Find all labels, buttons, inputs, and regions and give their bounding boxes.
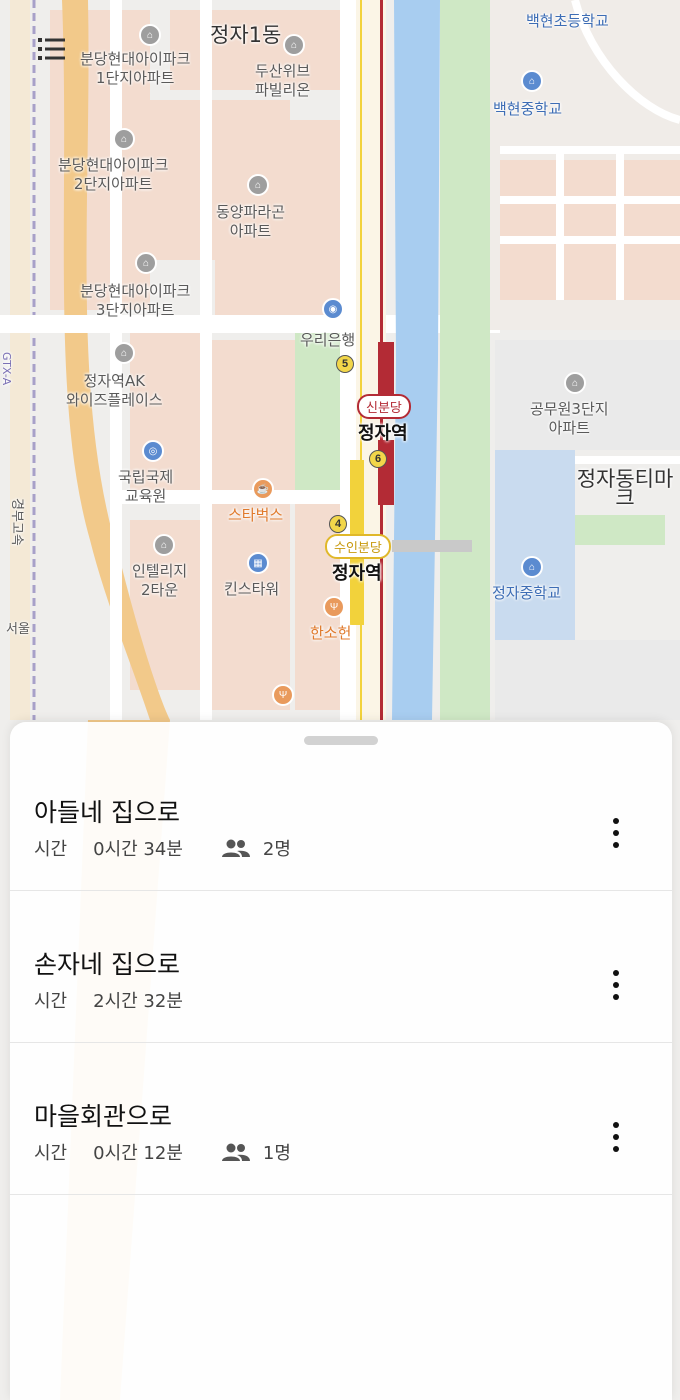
map-label-intelligent: 인텔리지 2타운 (132, 562, 188, 599)
map-label-doosan: 두산위브 파빌리온 (255, 62, 311, 99)
people-icon (221, 839, 250, 857)
route-time: 0시간 12분 (93, 1143, 183, 1164)
more-dot (613, 970, 619, 976)
school-poi-icon: ⌂ (521, 70, 543, 92)
people-count: 2명 (221, 835, 291, 861)
exit-6-icon: 6 (369, 450, 387, 468)
route-meta: 시간 2시간 32분 (34, 987, 183, 1013)
route-meta: 시간 0시간 12분 1명 (34, 1139, 291, 1165)
route-meta: 시간 0시간 34분 2명 (34, 835, 291, 861)
apartment-poi-icon: ⌂ (135, 252, 157, 274)
route-name: 손자네 집으로 (34, 950, 180, 979)
more-dot (613, 1122, 619, 1128)
menu-button[interactable] (34, 34, 70, 64)
map-label-starbucks: 스타벅스 (228, 506, 284, 524)
people-count-text: 2명 (262, 839, 291, 860)
more-dot (613, 842, 619, 848)
map-label-baekhyun-elem: 백현초등학교 (526, 12, 609, 30)
office-poi-icon: ▦ (247, 552, 269, 574)
map-label-park2: 분당현대아이파크 2단지아파트 (58, 156, 169, 193)
restaurant-poi-icon: Ψ (323, 596, 345, 618)
map-label-hansoheon: 한소헌 (310, 624, 352, 642)
map-label-gtx: GTX-A (0, 352, 13, 386)
cafe-poi-icon: ☕ (252, 478, 274, 500)
institute-poi-icon: ◎ (142, 440, 164, 462)
map-label-woori: 우리은행 (300, 331, 356, 349)
time-label: 시간 (34, 839, 68, 860)
map-label-baekhyun-mid: 백현중학교 (493, 100, 563, 118)
shinbundang-line-badge: 신분당 (357, 394, 411, 419)
time-label: 시간 (34, 991, 68, 1012)
apartment-poi-icon: ⌂ (113, 128, 135, 150)
map-label-station-suinbundang: 정자역 (332, 563, 382, 584)
more-dot (613, 982, 619, 988)
map-label-dongyang: 동양파라곤 아파트 (216, 203, 286, 240)
apartment-poi-icon: ⌂ (247, 174, 269, 196)
map-label-jeongja1dong: 정자1동 (210, 23, 282, 47)
people-count-text: 1명 (262, 1143, 291, 1164)
building-poi-icon: ⌂ (113, 342, 135, 364)
exit-5-icon: 5 (336, 355, 354, 373)
exit-4-icon: 4 (329, 515, 347, 533)
map-label-jeongja-mid: 정자중학교 (492, 584, 562, 602)
school-poi-icon: ⌂ (521, 556, 543, 578)
time-label: 시간 (34, 1143, 68, 1164)
route-item[interactable]: 아들네 집으로 시간 0시간 34분 2명 (10, 739, 672, 891)
people-count: 1명 (221, 1139, 291, 1165)
building-poi-icon: ⌂ (283, 34, 305, 56)
map-label-park1: 분당현대아이파크 1단지아파트 (80, 50, 191, 87)
map-label-park3: 분당현대아이파크 3단지아파트 (80, 282, 191, 319)
route-time: 0시간 34분 (93, 839, 183, 860)
suinbundang-line-badge: 수인분당 (325, 534, 391, 559)
route-time: 2시간 32분 (93, 991, 183, 1012)
more-options-button[interactable] (604, 815, 628, 851)
map-label-jeongja-apt: 정자동티마크 (576, 467, 674, 510)
more-options-button[interactable] (604, 1119, 628, 1155)
route-bottom-sheet[interactable]: 아들네 집으로 시간 0시간 34분 2명 손자네 집으로 시간 2시간 32분 (10, 722, 672, 1400)
map-label-gongmu: 공무원3단지 아파트 (530, 400, 609, 437)
apartment-poi-icon: ⌂ (153, 534, 175, 556)
menu-list-icon (38, 38, 65, 60)
bank-poi-icon: ◉ (322, 298, 344, 320)
map-label-station-shinbundang: 정자역 (358, 423, 408, 444)
map-label-seoul: 서울 (6, 622, 30, 637)
route-name: 마을회관으로 (34, 1102, 173, 1131)
more-dot (613, 994, 619, 1000)
more-dot (613, 1134, 619, 1140)
more-options-button[interactable] (604, 967, 628, 1003)
map-label-kins: 킨스타워 (224, 580, 280, 598)
more-dot (613, 818, 619, 824)
more-dot (613, 1146, 619, 1152)
restaurant-poi-icon: Ψ (272, 684, 294, 706)
map-label-ak: 정자역AK 와이즈플레이스 (66, 372, 163, 409)
route-item[interactable]: 마을회관으로 시간 0시간 12분 1명 (10, 1043, 672, 1195)
apartment-poi-icon: ⌂ (564, 372, 586, 394)
route-name: 아들네 집으로 (34, 798, 180, 827)
route-item[interactable]: 손자네 집으로 시간 2시간 32분 (10, 891, 672, 1043)
map-label-expressway: 경부고속 (9, 498, 24, 546)
people-icon (221, 1143, 250, 1161)
apartment-poi-icon: ⌂ (139, 24, 161, 46)
map-label-gukje: 국립국제 교육원 (118, 468, 174, 505)
more-dot (613, 830, 619, 836)
